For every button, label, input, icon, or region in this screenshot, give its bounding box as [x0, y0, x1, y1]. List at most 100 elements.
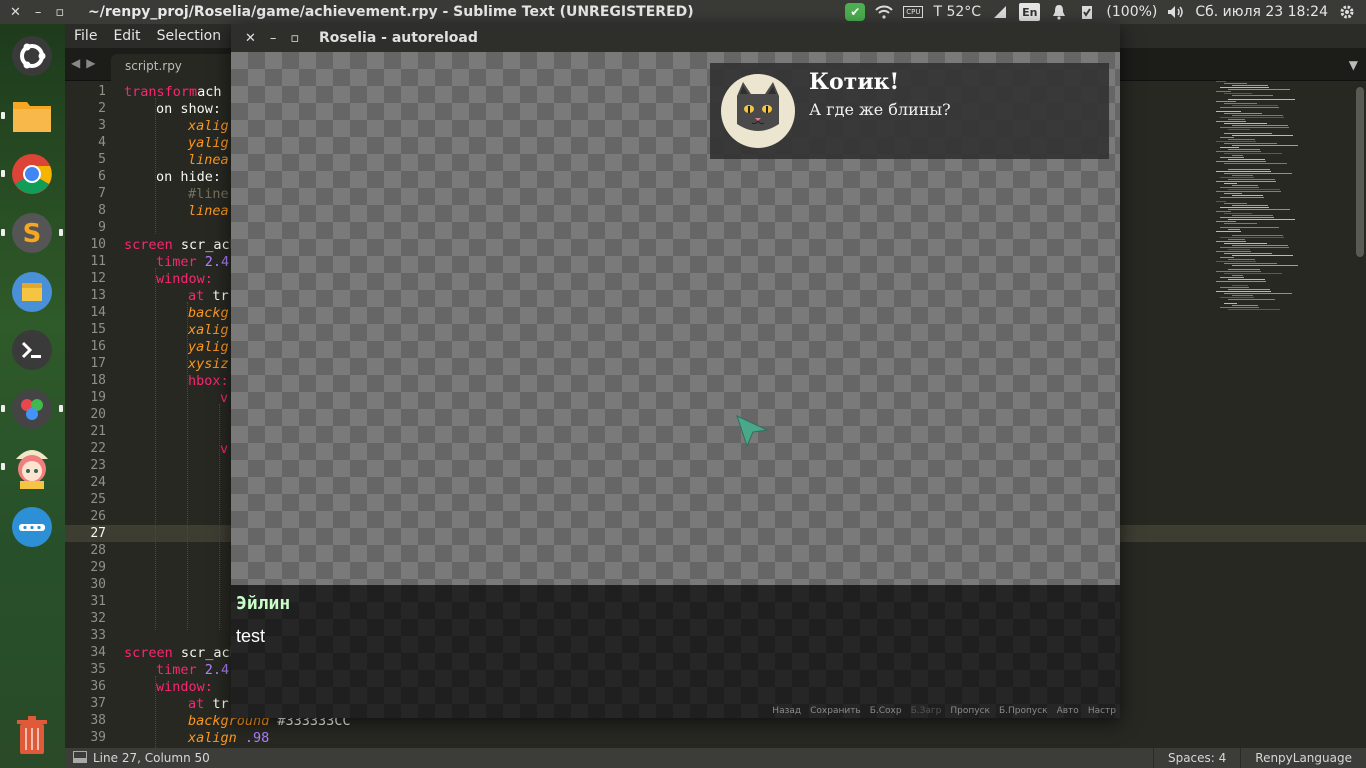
temperature-text[interactable]: T 52°C: [933, 4, 981, 20]
window-controls: ✕ – ▫: [0, 5, 80, 20]
code-token: xalign: [188, 730, 237, 746]
more-apps-launcher-button[interactable]: [8, 503, 56, 551]
update-check-icon[interactable]: ✔: [845, 3, 866, 21]
minimap-line: [1232, 285, 1248, 286]
ubuntu-dash-button[interactable]: [8, 32, 56, 80]
game-window-title: Roselia - autoreload: [319, 30, 478, 46]
renpy-launcher-icon: [12, 389, 52, 429]
minimap-line: [1224, 113, 1262, 114]
menu-file[interactable]: File: [74, 28, 97, 44]
archive-launcher-button[interactable]: [8, 268, 56, 316]
menu-selection[interactable]: Selection: [157, 28, 222, 44]
minimap-line: [1224, 103, 1257, 104]
close-window-button[interactable]: ✕: [10, 5, 21, 20]
code-token: .98: [236, 730, 270, 746]
line-number: 7: [98, 186, 106, 201]
cat-face-icon: [737, 82, 779, 131]
chrome-launcher-button[interactable]: [1, 150, 56, 198]
minimap-line: [1216, 241, 1246, 242]
notification-bell-icon[interactable]: [1050, 3, 1068, 21]
network-signal-icon[interactable]: [991, 3, 1009, 21]
quickmenu-item[interactable]: Настр: [1088, 706, 1116, 716]
code-line: #line: [188, 186, 229, 202]
quickmenu-item[interactable]: Авто: [1057, 706, 1079, 716]
game-minimize-button[interactable]: –: [270, 31, 277, 46]
minimap-line: [1228, 279, 1265, 280]
quickmenu-item[interactable]: Пропуск: [950, 706, 990, 716]
terminal-launcher-button[interactable]: [8, 326, 56, 374]
code-token: at: [188, 696, 205, 712]
minimap-line: [1224, 83, 1247, 84]
dialogue-box[interactable]: Эйлин test Назад Сохранить Б.Сохр Б.Загр Про…: [231, 585, 1120, 718]
code-token: tr: [204, 696, 229, 712]
tab-scroll-arrows[interactable]: ◀▶: [71, 56, 101, 70]
renpy-launcher-button[interactable]: [1, 385, 63, 433]
minimap-line: [1220, 187, 1259, 188]
code-line: timer 2.4: [156, 254, 229, 270]
cursor-position: Line 27, Column 50: [93, 751, 210, 765]
minimap-line: [1216, 91, 1231, 92]
quickmenu-item[interactable]: Б.Пропуск: [999, 706, 1048, 716]
battery-text[interactable]: (100%): [1106, 4, 1157, 20]
cat-avatar: [721, 74, 795, 148]
wifi-icon[interactable]: [875, 3, 893, 21]
game-close-button[interactable]: ✕: [245, 31, 256, 46]
minimap-line: [1232, 115, 1283, 116]
sublime-launcher-button[interactable]: S: [1, 209, 63, 257]
minimap-line: [1224, 193, 1242, 194]
code-minimap[interactable]: [1216, 81, 1336, 321]
editor-scrollbar[interactable]: [1356, 87, 1364, 257]
minimap-line: [1216, 181, 1276, 182]
code-line: window:: [156, 271, 213, 287]
minimap-line: [1228, 169, 1270, 170]
minimap-line: [1220, 287, 1249, 288]
code-line: at tr: [188, 696, 229, 712]
line-number: 38: [90, 713, 106, 728]
code-token: scr_ach: [172, 645, 238, 661]
minimap-line: [1216, 161, 1266, 162]
files-launcher-button[interactable]: [1, 92, 56, 140]
minimap-line: [1232, 155, 1243, 156]
minimap-line: [1224, 223, 1257, 224]
line-number: 30: [90, 577, 106, 592]
minimap-line: [1224, 273, 1282, 274]
game-maximize-button[interactable]: ▫: [290, 31, 299, 46]
code-token: linea: [188, 152, 229, 168]
minimap-line: [1220, 217, 1274, 218]
tab-list-dropdown[interactable]: ▼: [1349, 58, 1358, 72]
line-number-gutter: 1 2 3 4 5 6 7 8 9 10 11 12 13 14 15 16 17 18 19 20 21 22 23 24 2…: [65, 81, 120, 748]
panel-toggle-icon[interactable]: [73, 750, 87, 766]
maximize-window-button[interactable]: ▫: [55, 5, 64, 20]
quickmenu-item[interactable]: Назад: [772, 706, 801, 716]
quickmenu-item[interactable]: Сохранить: [810, 706, 861, 716]
keyboard-layout-indicator[interactable]: En: [1019, 3, 1041, 21]
game-canvas[interactable]: Котик! А где же блины?: [231, 52, 1120, 585]
minimap-line: [1228, 309, 1280, 310]
line-number: 20: [90, 407, 106, 422]
quickmenu-item[interactable]: Б.Сохр: [870, 706, 902, 716]
settings-gear-icon[interactable]: [1338, 3, 1356, 21]
minimize-window-button[interactable]: –: [35, 5, 42, 20]
code-token: 2.4: [196, 662, 230, 678]
unity-launcher: S: [0, 24, 65, 768]
cpu-temp-icon[interactable]: CPU: [903, 3, 924, 21]
line-number: 34: [90, 645, 106, 660]
quickmenu-item[interactable]: Б.Загр: [911, 706, 942, 716]
indicator-area: ✔ CPU T 52°C En (100%) Сб. июля 23 18:24: [845, 3, 1366, 21]
volume-icon[interactable]: [1167, 3, 1185, 21]
clock-text[interactable]: Сб. июля 23 18:24: [1195, 4, 1328, 20]
minimap-line: [1216, 101, 1236, 102]
anime-app-launcher-button[interactable]: [1, 443, 56, 491]
achievement-text: А где же блины?: [809, 100, 951, 119]
minimap-line: [1224, 243, 1267, 244]
indentation-setting[interactable]: Spaces: 4: [1152, 748, 1240, 768]
menu-edit[interactable]: Edit: [113, 28, 140, 44]
line-number: 3: [98, 118, 106, 133]
syntax-setting[interactable]: RenpyLanguage: [1240, 748, 1366, 768]
trash-launcher-button[interactable]: [8, 712, 56, 760]
clipboard-check-icon[interactable]: [1078, 3, 1096, 21]
line-number: 19: [90, 390, 106, 405]
archive-manager-icon: [12, 272, 52, 312]
code-line: hbox:: [188, 373, 229, 389]
code-line: window:: [156, 679, 213, 695]
